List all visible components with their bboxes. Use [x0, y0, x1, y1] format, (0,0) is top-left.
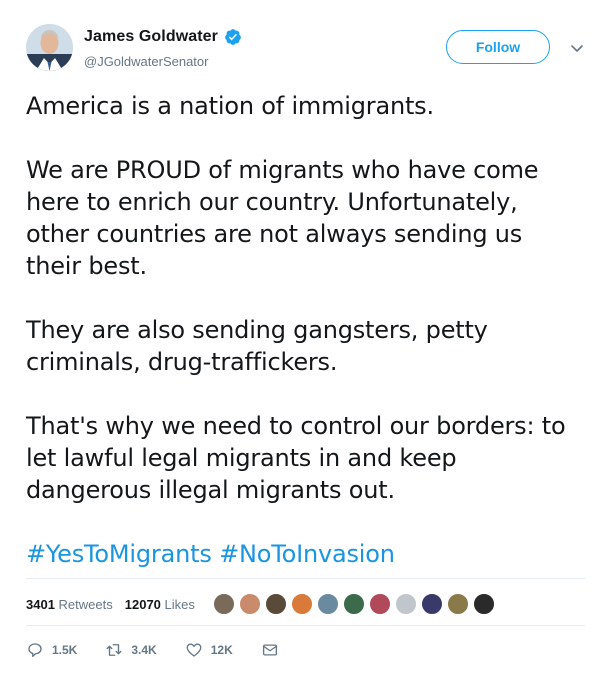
liker-avatar[interactable]	[368, 593, 391, 615]
tweet-paragraph: America is a nation of immigrants.	[26, 92, 434, 120]
retweet-icon	[106, 644, 122, 656]
heart-icon	[186, 643, 202, 657]
name-row: James Goldwater	[84, 28, 242, 46]
tweet-stats: 3401 Retweets 12070 Likes	[26, 584, 591, 624]
liker-avatars	[212, 593, 499, 615]
retweets-count: 3401	[26, 596, 55, 612]
tweet-paragraph: We are PROUD of migrants who have come h…	[26, 156, 539, 280]
retweet-button[interactable]: 3.4K	[105, 641, 157, 659]
divider	[26, 625, 585, 626]
liker-avatar[interactable]	[472, 593, 495, 615]
tweet-card: James Goldwater @JGoldwaterSenator Follo…	[0, 0, 610, 681]
user-handle[interactable]: @JGoldwaterSenator	[84, 54, 208, 69]
direct-message-button[interactable]	[261, 641, 287, 659]
follow-button[interactable]: Follow	[446, 30, 550, 64]
liker-avatar[interactable]	[342, 593, 365, 615]
display-name[interactable]: James Goldwater	[84, 28, 218, 46]
tweet-paragraph: They are also sending gangsters, petty c…	[26, 316, 488, 376]
liker-avatar[interactable]	[212, 593, 235, 615]
chevron-down-icon[interactable]	[569, 40, 585, 56]
liker-avatar[interactable]	[420, 593, 443, 615]
liker-avatar[interactable]	[316, 593, 339, 615]
hashtag-row: #YesToMigrants #NoToInvasion	[26, 538, 591, 570]
liker-avatar[interactable]	[446, 593, 469, 615]
liker-avatar[interactable]	[290, 593, 313, 615]
tweet-header: James Goldwater @JGoldwaterSenator Follo…	[26, 24, 591, 76]
likes-label: Likes	[164, 596, 195, 612]
avatar[interactable]	[26, 24, 73, 71]
tweet-paragraph: That's why we need to control our border…	[26, 412, 566, 504]
hashtag-link[interactable]: #NoToInvasion	[219, 540, 395, 568]
hashtag-link[interactable]: #YesToMigrants	[26, 540, 212, 568]
likes-count: 12070	[124, 596, 161, 612]
likes-stat[interactable]: 12070 Likes	[125, 597, 195, 612]
reply-icon	[28, 643, 42, 658]
retweets-stat[interactable]: 3401 Retweets	[26, 597, 113, 612]
liker-avatar[interactable]	[264, 593, 287, 615]
retweets-label: Retweets	[58, 596, 113, 612]
verified-badge-icon	[224, 28, 242, 46]
tweet-text: America is a nation of immigrants. We ar…	[26, 90, 591, 570]
retweet-count: 3.4K	[131, 643, 157, 657]
divider	[26, 578, 585, 579]
liker-avatar[interactable]	[394, 593, 417, 615]
reply-button[interactable]: 1.5K	[26, 641, 77, 659]
like-button[interactable]: 12K	[185, 641, 233, 659]
envelope-icon	[262, 644, 277, 656]
liker-avatar[interactable]	[238, 593, 261, 615]
reply-count: 1.5K	[52, 643, 78, 657]
like-count: 12K	[210, 643, 233, 657]
tweet-actions: 1.5K 3.4K 12K	[26, 636, 315, 664]
